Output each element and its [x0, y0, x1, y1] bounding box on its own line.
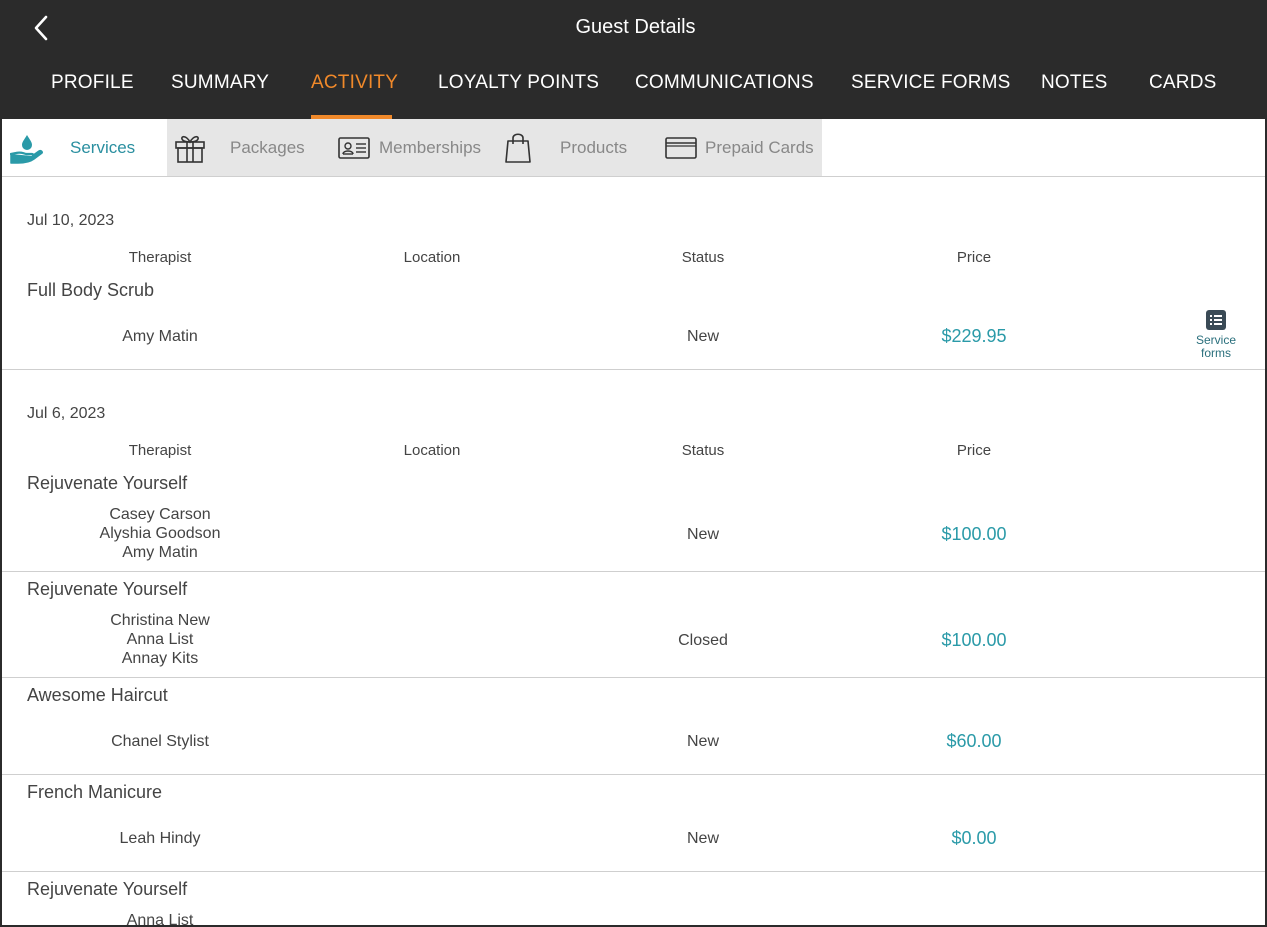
- therapist-name: Chanel Stylist: [111, 733, 209, 750]
- therapist-name: Christina New: [110, 612, 210, 629]
- activity-subtabs: Services Packages Memberships Products P…: [2, 119, 1265, 177]
- credit-card-icon: [665, 136, 697, 159]
- tab-communications[interactable]: COMMUNICATIONS: [635, 72, 814, 94]
- therapist-name: Anna List: [126, 912, 194, 927]
- header-bar: Guest Details PROFILE SUMMARY ACTIVITY L…: [2, 0, 1265, 119]
- page-title: Guest Details: [575, 16, 696, 38]
- status-value: New: [686, 526, 720, 543]
- therapist-list: Casey Carson Alyshia Goodson Amy Matin: [100, 505, 221, 562]
- column-header-price: Price: [956, 249, 992, 266]
- subtab-services-label: Services: [70, 137, 136, 157]
- price-value: $100.00: [941, 630, 1007, 650]
- list-icon: [1206, 310, 1226, 330]
- therapist-name: Anna List: [126, 631, 194, 648]
- service-name: Awesome Haircut: [27, 685, 168, 705]
- subtab-services[interactable]: Services: [10, 119, 135, 176]
- service-name: Rejuvenate Yourself: [27, 879, 188, 899]
- subtab-prepaid-cards-label: Prepaid Cards: [705, 137, 814, 157]
- tab-profile[interactable]: PROFILE: [51, 72, 134, 94]
- subtab-prepaid-cards[interactable]: Prepaid Cards: [665, 119, 814, 176]
- price-value: $100.00: [941, 524, 1007, 544]
- therapist-name: Leah Hindy: [119, 830, 201, 847]
- tab-notes[interactable]: NOTES: [1041, 72, 1107, 94]
- status-value: Closed: [678, 632, 728, 649]
- subtab-packages-label: Packages: [230, 137, 305, 157]
- price-value: $229.95: [941, 326, 1007, 346]
- status-value: New: [686, 830, 720, 847]
- status-value: New: [686, 328, 720, 345]
- hand-drop-icon: [10, 134, 43, 164]
- tab-service-forms[interactable]: SERVICE FORMS: [851, 72, 1011, 94]
- app-frame: Guest Details PROFILE SUMMARY ACTIVITY L…: [0, 0, 1267, 927]
- service-forms-button[interactable]: Service forms: [1188, 310, 1244, 360]
- row-divider: [2, 571, 1265, 572]
- section-date: Jul 6, 2023: [27, 405, 106, 422]
- column-header-therapist: Therapist: [128, 442, 192, 459]
- tab-summary[interactable]: SUMMARY: [171, 72, 269, 94]
- column-header-therapist: Therapist: [128, 249, 192, 266]
- id-card-icon: [338, 136, 370, 159]
- service-name: French Manicure: [27, 782, 163, 802]
- subtab-products-label: Products: [560, 137, 628, 157]
- therapist-list: Christina New Anna List Annay Kits: [110, 611, 210, 668]
- status-value: New: [686, 733, 720, 750]
- row-divider: [2, 774, 1265, 775]
- tab-activity[interactable]: ACTIVITY: [311, 72, 398, 94]
- gift-icon: [175, 135, 205, 163]
- subtab-memberships[interactable]: Memberships: [338, 119, 481, 176]
- shopping-bag-icon: [505, 132, 531, 163]
- section-date: Jul 10, 2023: [27, 212, 115, 229]
- service-name: Full Body Scrub: [27, 280, 155, 300]
- column-header-location: Location: [403, 442, 461, 459]
- subtab-packages[interactable]: Packages: [174, 119, 305, 176]
- therapist-name: Annay Kits: [121, 650, 199, 667]
- row-divider: [2, 871, 1265, 872]
- therapist-name: Amy Matin: [122, 328, 198, 345]
- tab-loyalty-points[interactable]: LOYALTY POINTS: [438, 72, 599, 94]
- subtab-memberships-label: Memberships: [379, 137, 482, 157]
- therapist-name: Casey Carson: [109, 506, 211, 523]
- row-divider: [2, 369, 1265, 370]
- column-header-location: Location: [403, 249, 461, 266]
- column-header-status: Status: [681, 249, 725, 266]
- price-value: $60.00: [946, 731, 1002, 751]
- subtab-products[interactable]: Products: [505, 119, 627, 176]
- column-header-status: Status: [681, 442, 725, 459]
- therapist-name: Amy Matin: [122, 544, 198, 561]
- service-name: Rejuvenate Yourself: [27, 473, 188, 493]
- column-header-price: Price: [956, 442, 992, 459]
- service-forms-label: Service forms: [1195, 333, 1236, 360]
- row-divider: [2, 677, 1265, 678]
- tab-cards[interactable]: CARDS: [1149, 72, 1217, 94]
- price-value: $0.00: [951, 828, 997, 848]
- therapist-name: Alyshia Goodson: [99, 525, 221, 542]
- service-name: Rejuvenate Yourself: [27, 579, 188, 599]
